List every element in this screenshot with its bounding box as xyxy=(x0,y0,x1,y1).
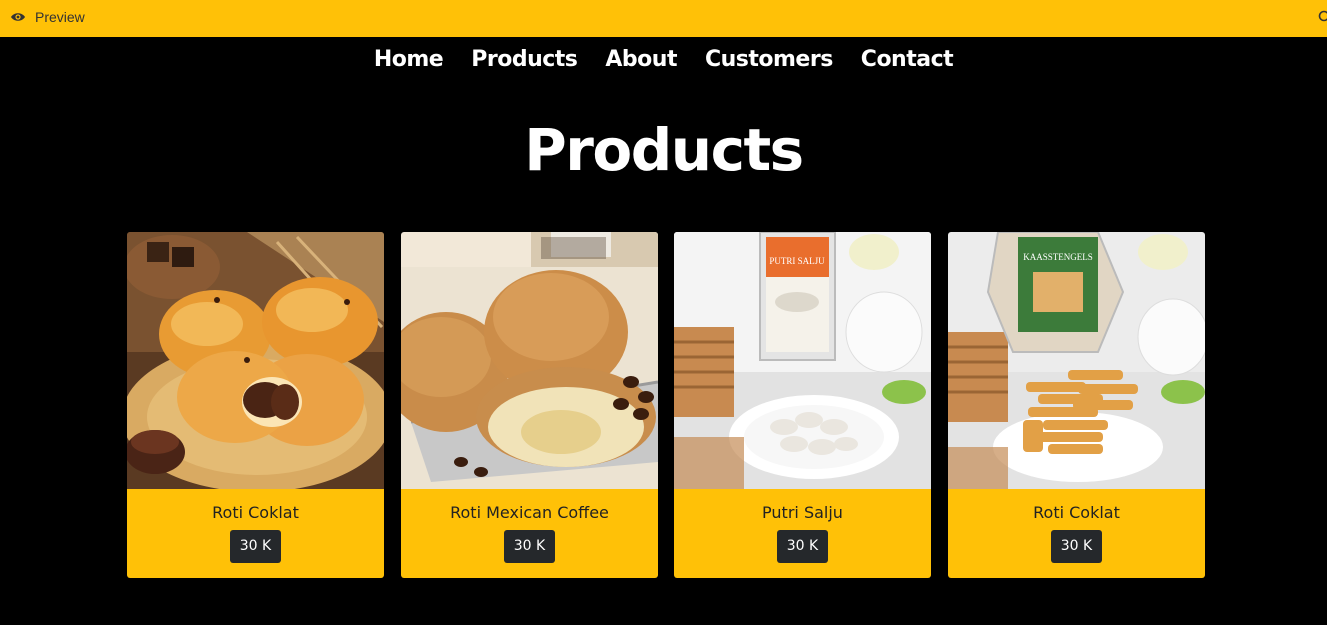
package-label-putri-salju: PUTRI SALJU xyxy=(769,256,825,266)
main-nav: Home Products About Customers Contact xyxy=(0,44,1327,76)
nav-customers[interactable]: Customers xyxy=(691,44,847,76)
product-name: Roti Coklat xyxy=(1033,503,1120,522)
package-label-kaasstengels: KAASSTENGELS xyxy=(1023,252,1093,262)
product-card[interactable]: PUTRI SALJU Putri Salju 30 K xyxy=(674,232,931,578)
price-badge[interactable]: 30 K xyxy=(230,530,281,563)
price-badge[interactable]: 30 K xyxy=(777,530,828,563)
product-image-roti-mexican-coffee[interactable] xyxy=(401,232,658,489)
product-image-kaasstengels[interactable]: KAASSTENGELS xyxy=(948,232,1205,489)
price-badge[interactable]: 30 K xyxy=(504,530,555,563)
product-card-body: Roti Coklat 30 K xyxy=(948,489,1205,578)
eye-icon[interactable] xyxy=(10,10,26,24)
nav-about[interactable]: About xyxy=(591,44,691,76)
product-card-body: Roti Mexican Coffee 30 K xyxy=(401,489,658,578)
product-card[interactable]: Roti Mexican Coffee 30 K xyxy=(401,232,658,578)
product-image-roti-coklat[interactable] xyxy=(127,232,384,489)
product-card[interactable]: KAASSTENGELS Roti Coklat 30 K xyxy=(948,232,1205,578)
product-card-body: Roti Coklat 30 K xyxy=(127,489,384,578)
product-grid: Roti Coklat 30 K Roti Mexican Coffee 30 … xyxy=(127,232,1205,578)
product-card-body: Putri Salju 30 K xyxy=(674,489,931,578)
preview-label: Preview xyxy=(35,9,85,25)
price-badge[interactable]: 30 K xyxy=(1051,530,1102,563)
search-icon[interactable] xyxy=(1318,10,1327,24)
page-title: Products xyxy=(524,116,804,184)
nav-products[interactable]: Products xyxy=(457,44,591,76)
nav-contact[interactable]: Contact xyxy=(847,44,967,76)
product-name: Roti Mexican Coffee xyxy=(450,503,609,522)
product-name: Roti Coklat xyxy=(212,503,299,522)
nav-home[interactable]: Home xyxy=(360,44,457,76)
product-name: Putri Salju xyxy=(762,503,843,522)
product-image-putri-salju[interactable]: PUTRI SALJU xyxy=(674,232,931,489)
product-card[interactable]: Roti Coklat 30 K xyxy=(127,232,384,578)
preview-bar: Preview xyxy=(0,0,1327,37)
